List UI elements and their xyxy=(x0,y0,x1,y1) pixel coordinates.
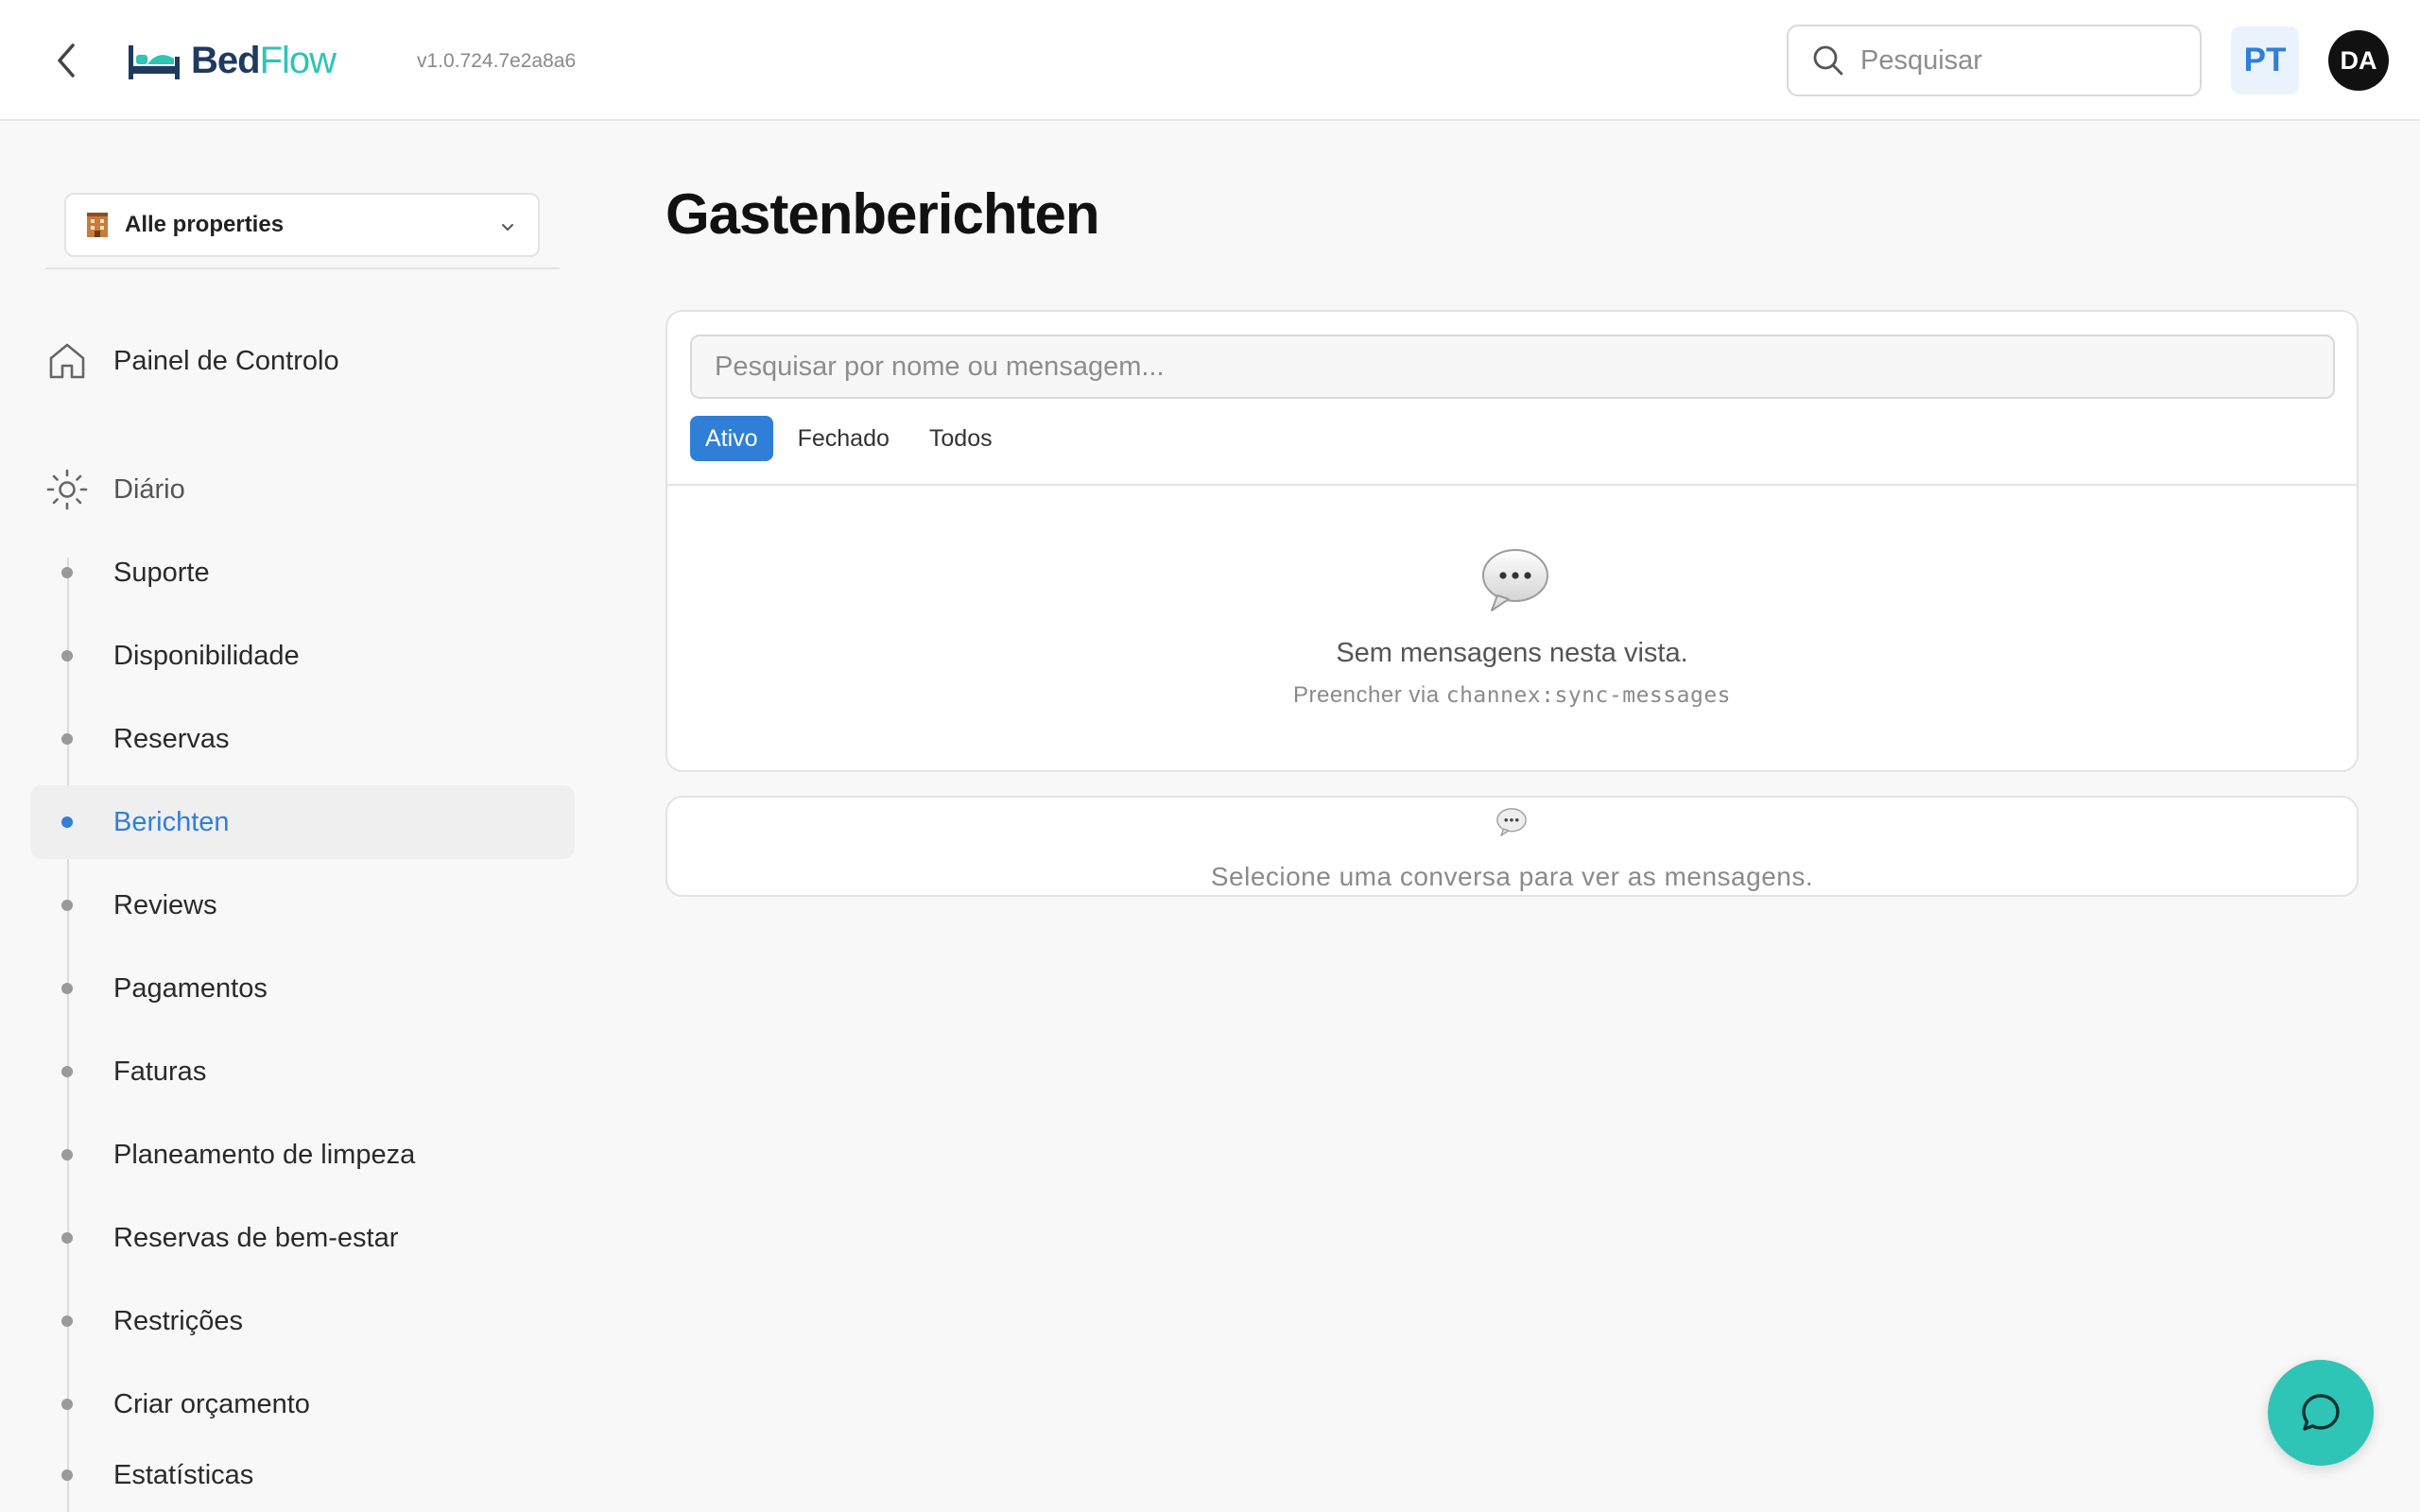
sidebar-item-reservas-bem-estar[interactable]: Reservas de bem-estar xyxy=(30,1201,575,1275)
sidebar-item-criar-orcamento[interactable]: Criar orçamento xyxy=(30,1367,575,1441)
sidebar-item-label: Reviews xyxy=(113,889,217,920)
speech-bubble-icon xyxy=(1482,549,1548,611)
sidebar-item-faturas[interactable]: Faturas xyxy=(30,1035,575,1108)
panel-divider xyxy=(667,484,2357,486)
nav-dot xyxy=(61,1232,73,1244)
nav-dot xyxy=(61,1149,73,1160)
sidebar-item-label: Disponibilidade xyxy=(113,640,300,671)
top-bar: BedFlow v1.0.724.7e2a8a6 PT DA xyxy=(0,0,2420,121)
sidebar-item-suporte[interactable]: Suporte xyxy=(30,536,575,610)
empty-state-hint-command: channex:sync-messages xyxy=(1445,683,1732,708)
filter-tabs: Ativo Fechado Todos xyxy=(690,416,1008,461)
chevron-left-icon xyxy=(58,43,75,77)
nav-dot xyxy=(61,1066,73,1077)
empty-state-text: Sem mensagens nesta vista. xyxy=(1336,638,1688,668)
nav-dot xyxy=(61,567,73,578)
global-search-input[interactable] xyxy=(1860,44,2172,77)
chat-icon xyxy=(2302,1394,2340,1431)
sidebar-item-label: Reservas xyxy=(113,723,230,754)
property-selector[interactable]: Alle properties xyxy=(64,193,540,257)
sidebar-item-planeamento-limpeza[interactable]: Planeamento de limpeza xyxy=(30,1118,575,1192)
chat-support-button[interactable] xyxy=(2268,1360,2374,1466)
nav-group-label: Diário xyxy=(113,473,185,505)
sidebar-item-restricoes[interactable]: Restrições xyxy=(30,1284,575,1358)
search-icon xyxy=(1813,45,1843,76)
nav-dot xyxy=(61,733,73,745)
logo-text-bed: Bed xyxy=(191,39,261,81)
conversation-detail-panel: Selecione uma conversa para ver as mensa… xyxy=(666,796,2359,897)
home-icon xyxy=(49,343,85,379)
sidebar-item-reviews[interactable]: Reviews xyxy=(30,868,575,942)
sidebar-item-berichten[interactable]: Berichten xyxy=(30,785,575,859)
sidebar-item-label: Faturas xyxy=(113,1056,207,1087)
nav-dot xyxy=(61,1315,73,1327)
tab-todos[interactable]: Todos xyxy=(914,416,1008,461)
sidebar-item-label: Berichten xyxy=(113,806,230,837)
global-search[interactable] xyxy=(1787,25,2202,96)
select-conversation-prompt: Selecione uma conversa para ver as mensa… xyxy=(1210,862,1814,891)
speech-bubble-icon xyxy=(1496,808,1527,836)
nav-dot xyxy=(61,900,73,911)
conversation-list-panel: Ativo Fechado Todos Sem mensagens nesta … xyxy=(666,310,2359,772)
nav-dot xyxy=(61,1399,73,1410)
message-search-input[interactable] xyxy=(690,335,2335,399)
nav-dot xyxy=(61,816,73,828)
hotel-icon xyxy=(87,213,108,237)
tab-fechado[interactable]: Fechado xyxy=(783,416,905,461)
sidebar-divider xyxy=(45,267,560,269)
sidebar-item-label: Criar orçamento xyxy=(113,1388,310,1419)
sidebar-item-label: Estatísticas xyxy=(113,1459,254,1490)
tab-ativo[interactable]: Ativo xyxy=(690,416,773,461)
sidebar-item-reservas[interactable]: Reservas xyxy=(30,702,575,776)
back-button[interactable] xyxy=(43,38,89,83)
nav-dot xyxy=(61,650,73,662)
language-button[interactable]: PT xyxy=(2231,26,2299,94)
bedflow-logo[interactable]: BedFlow xyxy=(127,34,337,87)
nav-dashboard-label: Painel de Controlo xyxy=(113,345,339,376)
empty-state-hint: Preencher via channex:sync-messages xyxy=(667,682,2357,709)
empty-state-hint-prefix: Preencher via xyxy=(1292,682,1446,708)
sidebar-item-estatisticas[interactable]: Estatísticas xyxy=(30,1438,575,1512)
nav-dashboard[interactable]: Painel de Controlo xyxy=(45,333,339,389)
sidebar-item-pagamentos[interactable]: Pagamentos xyxy=(30,952,575,1025)
chevron-down-icon xyxy=(502,224,513,231)
bed-icon xyxy=(129,45,180,79)
page-title: Gastenberichten xyxy=(666,182,1099,246)
nav-group-daily[interactable]: Diário xyxy=(45,461,185,518)
sidebar-item-label: Planeamento de limpeza xyxy=(113,1139,416,1170)
sidebar-item-label: Pagamentos xyxy=(113,972,268,1004)
logo-text-flow: Flow xyxy=(259,39,337,81)
nav-dot xyxy=(61,983,73,994)
sun-icon xyxy=(46,469,88,510)
version-label: v1.0.724.7e2a8a6 xyxy=(417,50,577,72)
sidebar-item-label: Reservas de bem-estar xyxy=(113,1222,399,1253)
property-selector-label: Alle properties xyxy=(125,212,285,237)
sidebar-item-label: Restrições xyxy=(113,1305,243,1336)
sidebar-item-disponibilidade[interactable]: Disponibilidade xyxy=(30,619,575,693)
sidebar-item-label: Suporte xyxy=(113,557,210,588)
nav-dot xyxy=(61,1469,73,1481)
user-avatar[interactable]: DA xyxy=(2328,30,2389,91)
